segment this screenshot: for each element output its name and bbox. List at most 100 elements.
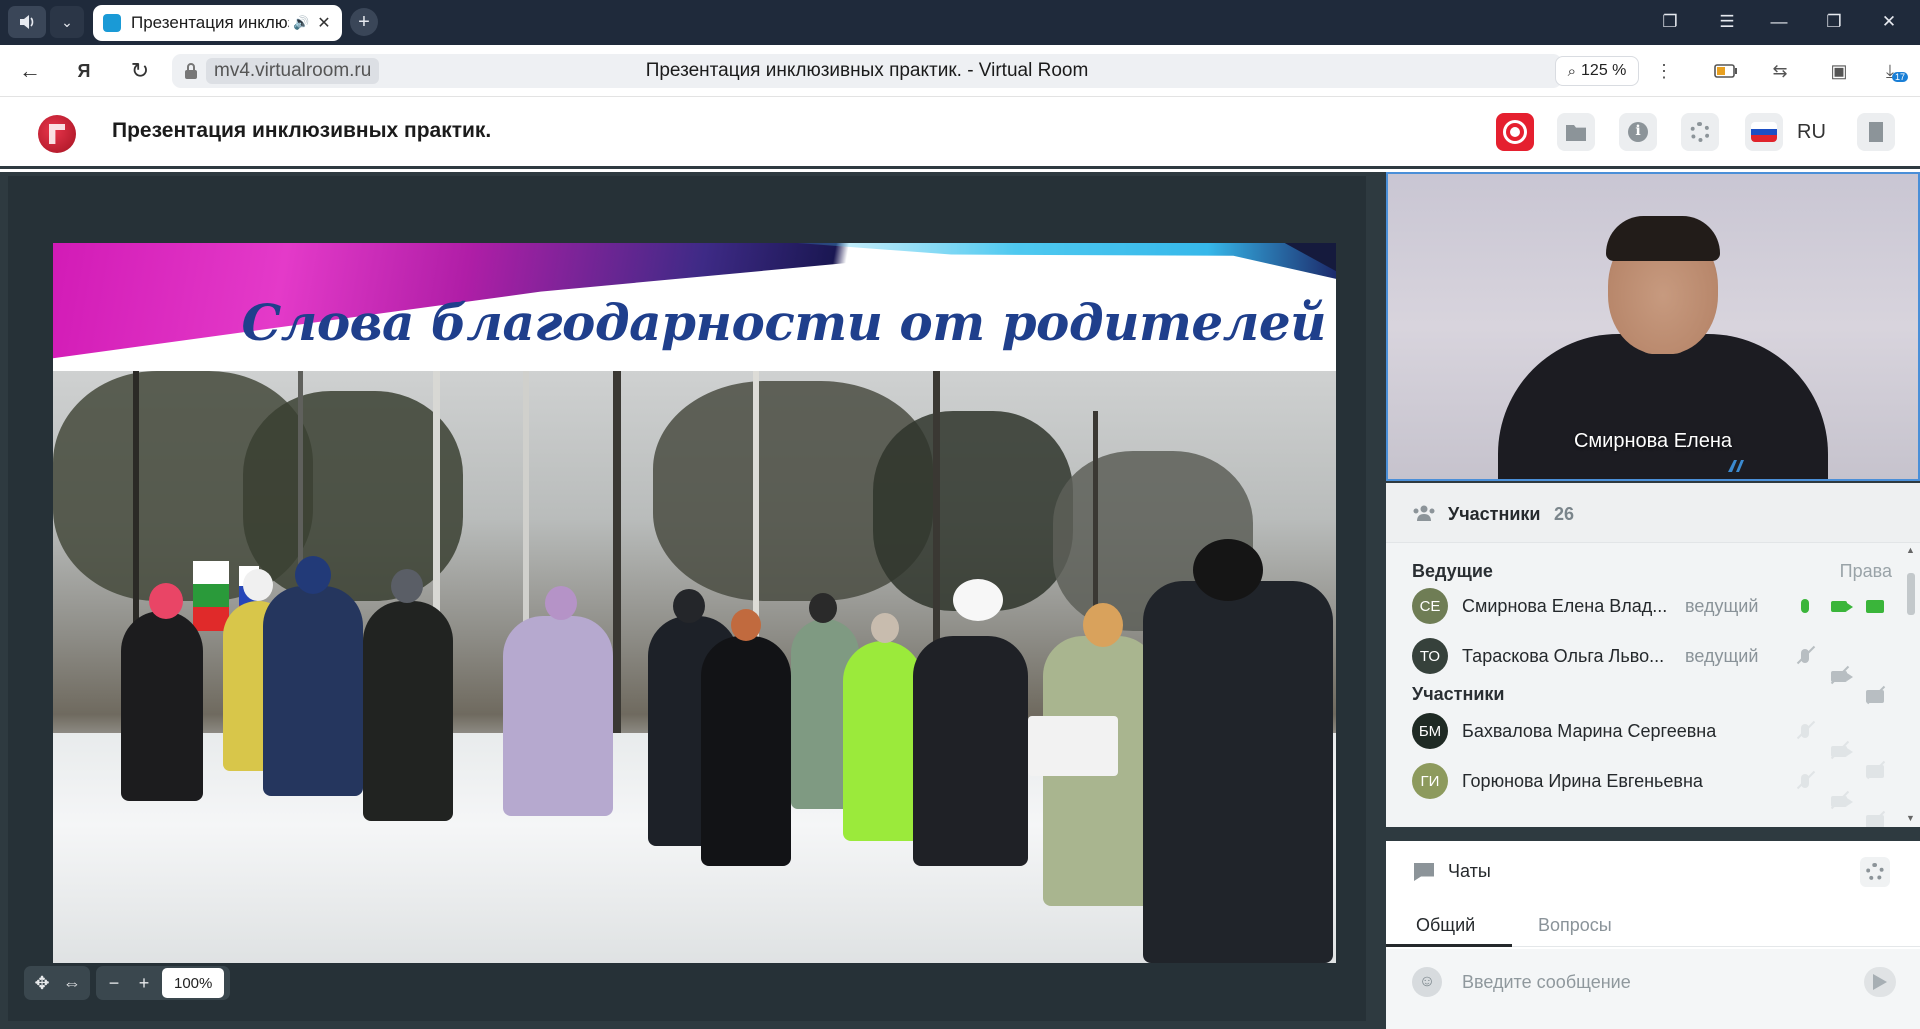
folder-icon — [1566, 125, 1586, 141]
avatar: СЕ — [1412, 588, 1448, 624]
participant-name: Горюнова Ирина Евгеньевна — [1462, 771, 1703, 791]
close-icon[interactable]: ✕ — [317, 13, 330, 33]
slide: Слова благодарности от родителей — [53, 243, 1336, 963]
minimize-button[interactable]: — — [1764, 8, 1794, 36]
send-icon — [1873, 974, 1887, 990]
slide-zoom-value[interactable]: 100% — [162, 968, 225, 998]
message-input[interactable]: Введите сообщение — [1462, 972, 1631, 993]
microphone-off-icon[interactable] — [1794, 721, 1816, 741]
microphone-off-icon[interactable] — [1794, 771, 1816, 791]
participant-role: ведущий — [1685, 596, 1759, 616]
files-button[interactable] — [1557, 113, 1595, 151]
chat-icon — [1414, 863, 1434, 881]
camera-off-icon[interactable] — [1828, 791, 1853, 811]
participant-row[interactable]: СЕ Смирнова Елена Влад... ведущий — [1412, 586, 1892, 626]
scroll-thumb[interactable] — [1907, 573, 1915, 615]
participant-row[interactable]: ТО Тараскова Ольга Льво... ведущий — [1412, 636, 1892, 703]
russia-flag-icon — [1751, 122, 1777, 142]
chat-tabs: Общий Вопросы — [1386, 903, 1920, 947]
speaker-video[interactable]: Смирнова Елена — [1386, 172, 1920, 481]
tab-sound-icon[interactable]: 🔊 — [293, 15, 309, 31]
avatar: БМ — [1412, 713, 1448, 749]
back-button[interactable]: ← — [16, 57, 44, 85]
emoji-icon[interactable]: ☺ — [1412, 967, 1442, 997]
avatar: ТО — [1412, 638, 1448, 674]
new-tab-button[interactable]: + — [350, 8, 378, 36]
reload-button[interactable]: ↻ — [126, 57, 154, 85]
participants-header[interactable]: Участники 26 — [1386, 483, 1920, 543]
settings-button[interactable] — [1681, 113, 1719, 151]
app-header: Презентация инклюзивных практик. RU — [0, 97, 1920, 169]
zoom-in-button[interactable]: + — [132, 971, 156, 995]
browser-tabbar: ⌄ Презентация инклюз 🔊 ✕ + ❐ ☰ — ❐ ✕ — [0, 0, 1920, 45]
participants-title: Участники — [1448, 504, 1541, 524]
zoom-icon: ⌕ — [1567, 62, 1577, 80]
avatar: ГИ — [1412, 763, 1448, 799]
battery-icon[interactable] — [1712, 58, 1740, 84]
view-controls: ✥ ⇔ — [24, 966, 90, 1000]
presentation-area: Слова благодарности от родителей ✥ ⇔ − +… — [0, 172, 1384, 1029]
url-field[interactable]: mv4.virtualroom.ru Презентация инклюзивн… — [172, 54, 1562, 88]
slide-banner: Слова благодарности от родителей — [53, 243, 1336, 371]
sound-icon[interactable] — [8, 6, 46, 38]
extension-icon[interactable]: ▣ — [1825, 58, 1853, 84]
participant-name: Смирнова Елена Влад... — [1462, 596, 1668, 616]
microphone-icon[interactable] — [1794, 596, 1816, 616]
send-button[interactable] — [1864, 967, 1896, 997]
browser-zoom-button[interactable]: ⌕ 125 % — [1555, 56, 1639, 86]
participant-row[interactable]: ГИ Горюнова Ирина Евгеньевна — [1412, 761, 1892, 827]
zoom-controls: − + 100% — [96, 966, 231, 1000]
address-bar: ← Я ↻ mv4.virtualroom.ru Презентация инк… — [0, 45, 1920, 97]
scroll-down-icon[interactable]: ▼ — [1906, 813, 1915, 823]
fit-width-icon[interactable]: ⇔ — [60, 971, 84, 995]
app-title: Презентация инклюзивных практик. — [112, 119, 492, 142]
chat-settings-button[interactable] — [1860, 857, 1890, 887]
speaker-name: Смирнова Елена — [1573, 430, 1733, 452]
participants-list: Ведущие Права СЕ Смирнова Елена Влад... … — [1386, 543, 1902, 827]
presentation-viewport: Слова благодарности от родителей ✥ ⇔ − +… — [8, 176, 1366, 1021]
page-title: Презентация инклюзивных практик. - Virtu… — [645, 60, 1089, 81]
slide-photo — [53, 371, 1336, 963]
camera-off-icon[interactable] — [1828, 666, 1853, 686]
info-button[interactable] — [1619, 113, 1657, 151]
exit-icon — [1869, 122, 1883, 142]
hosts-section-label: Ведущие — [1412, 561, 1493, 581]
tab-title: Презентация инклюз — [131, 13, 289, 32]
microphone-off-icon[interactable] — [1794, 646, 1816, 666]
tab-general[interactable]: Общий — [1416, 915, 1475, 936]
browser-tab-active[interactable]: Презентация инклюз 🔊 ✕ — [93, 5, 342, 41]
camera-off-icon[interactable] — [1828, 741, 1853, 761]
downloads-badge: 17 — [1892, 72, 1909, 82]
presentation-toolbar: ✥ ⇔ − + 100% — [24, 966, 231, 1000]
info-icon — [1628, 122, 1648, 142]
chat-input-area: ☺ Введите сообщение — [1386, 949, 1920, 1029]
scroll-up-icon[interactable]: ▲ — [1906, 545, 1915, 555]
exit-button[interactable] — [1857, 113, 1895, 151]
screen-share-icon[interactable] — [1864, 596, 1886, 616]
participant-name: Бахвалова Марина Сергеевна — [1462, 721, 1717, 741]
participants-count: 26 — [1554, 504, 1575, 524]
screen-share-off-icon[interactable] — [1864, 686, 1886, 706]
downloads-icon[interactable]: ⤓ 17 — [1876, 58, 1909, 84]
language-button[interactable] — [1745, 113, 1783, 151]
participant-row[interactable]: БМ Бахвалова Марина Сергеевна — [1412, 711, 1892, 778]
chevron-down-icon[interactable]: ⌄ — [50, 6, 84, 38]
screen-share-off-icon[interactable] — [1864, 811, 1886, 827]
record-icon — [1503, 120, 1527, 144]
move-icon[interactable]: ✥ — [30, 971, 54, 995]
zoom-out-button[interactable]: − — [102, 971, 126, 995]
participants-scrollbar[interactable]: ▲ ▼ — [1902, 543, 1920, 827]
more-icon[interactable]: ⋮ — [1650, 58, 1678, 84]
restore-button[interactable]: ❐ — [1819, 8, 1849, 36]
record-button[interactable] — [1496, 113, 1534, 151]
yandex-button[interactable]: Я — [70, 57, 98, 85]
collections-icon[interactable]: ❐ — [1655, 8, 1685, 36]
users-icon — [1413, 505, 1435, 521]
menu-icon[interactable]: ☰ — [1712, 8, 1742, 36]
translate-icon[interactable]: ⇆ — [1766, 58, 1794, 84]
language-label[interactable]: RU — [1797, 121, 1826, 144]
camera-icon[interactable] — [1828, 596, 1853, 616]
tab-questions[interactable]: Вопросы — [1538, 915, 1612, 936]
close-window-button[interactable]: ✕ — [1874, 8, 1904, 36]
site-favicon-icon — [103, 14, 121, 32]
